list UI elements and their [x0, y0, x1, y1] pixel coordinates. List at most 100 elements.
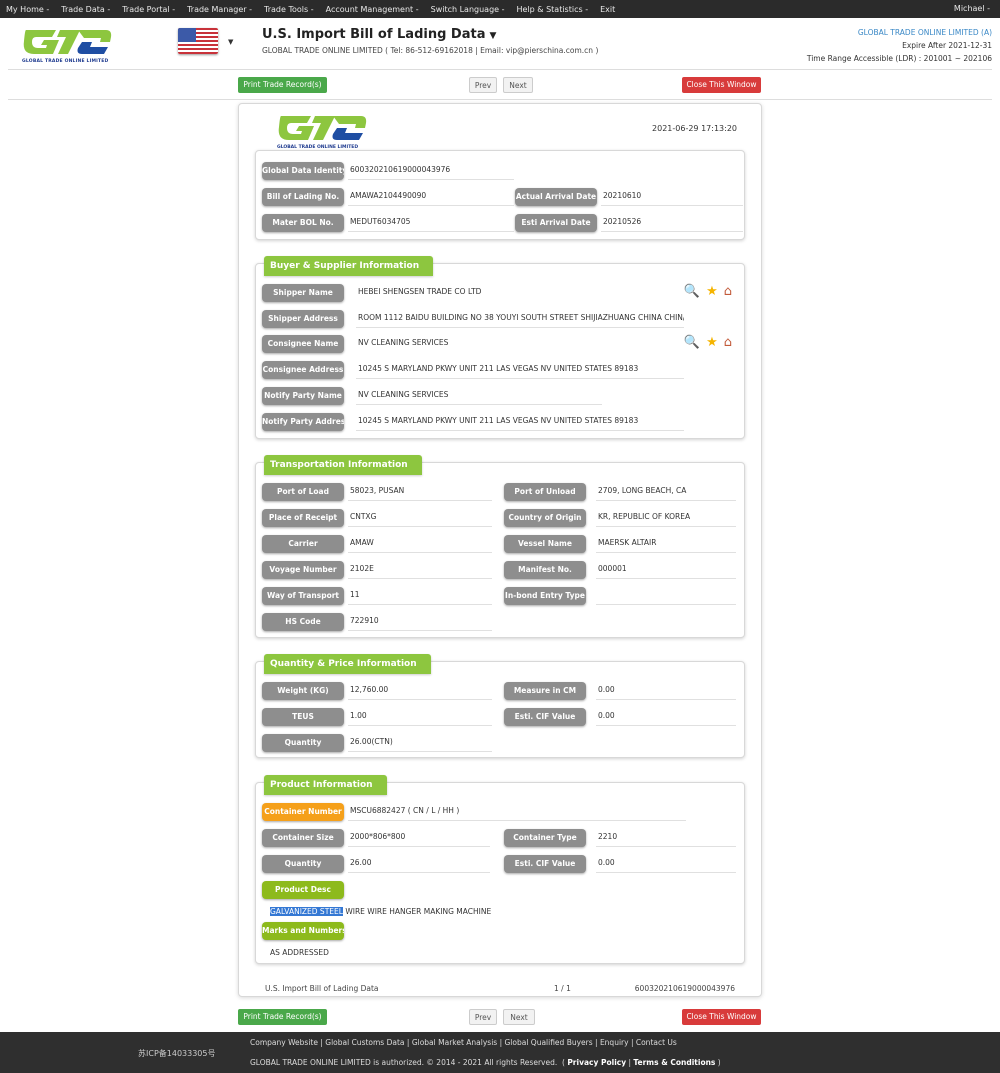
label: Country of Origin — [504, 509, 586, 527]
search-icon[interactable]: 🔍 — [684, 285, 700, 299]
nav-switch-language[interactable]: Switch Language - — [431, 5, 505, 14]
field-place-of-receipt: Place of Receipt CNTXG — [262, 509, 492, 527]
field-esti-arrival-date: Esti Arrival Date 20210526 — [515, 214, 745, 232]
transportation-panel: Transportation Information Port of Load 5… — [255, 455, 745, 638]
selected-text: GALVANIZED STEEL — [270, 907, 343, 916]
flag-caret-icon[interactable]: ▼ — [228, 38, 233, 46]
icp-license: 苏ICP备14033305号 — [138, 1049, 216, 1058]
label: Place of Receipt — [262, 509, 344, 527]
link-company-website[interactable]: Company Website — [250, 1038, 318, 1047]
value: 2709, LONG BEACH, CA — [596, 483, 736, 501]
field-consignee-address: Consignee Address 10245 S MARYLAND PKWY … — [262, 361, 742, 379]
label: Consignee Name — [262, 335, 344, 353]
value: 12,760.00 — [348, 682, 492, 700]
field-voyage-number: Voyage Number 2102E — [262, 561, 492, 579]
star-icon[interactable]: ★ — [706, 285, 718, 299]
field-global-data-identity: Global Data Identity 6003202106190000439… — [262, 162, 732, 180]
nav-trade-manager[interactable]: Trade Manager - — [187, 5, 252, 14]
time-range: Time Range Accessible (LDR) : 201001 ~ 2… — [806, 54, 992, 63]
page-indicator: 1 / 1 — [554, 984, 571, 993]
label: Global Data Identity — [262, 162, 344, 180]
field-carrier: Carrier AMAW — [262, 535, 492, 553]
label: Shipper Name — [262, 284, 344, 302]
print-button-bottom[interactable]: Print Trade Record(s) — [238, 1009, 327, 1025]
nav-trade-tools[interactable]: Trade Tools - — [264, 5, 314, 14]
close-window-button-bottom[interactable]: Close This Window — [682, 1009, 761, 1025]
label: Vessel Name — [504, 535, 586, 553]
field-teus: TEUS 1.00 — [262, 708, 492, 726]
field-weight-kg: Weight (KG) 12,760.00 — [262, 682, 492, 700]
label: Measure in CM — [504, 682, 586, 700]
copyright: GLOBAL TRADE ONLINE LIMITED is authorize… — [250, 1058, 721, 1067]
product-desc: GALVANIZED STEEL WIRE WIRE HANGER MAKING… — [270, 907, 492, 916]
logo-text: GLOBAL TRADE ONLINE LIMITED — [22, 59, 109, 64]
field-shipper-name: Shipper Name HEBEI SHENGSEN TRADE CO LTD… — [262, 284, 742, 302]
shipper-actions: 🔍 ★ ⌂ — [684, 285, 732, 299]
value: 10245 S MARYLAND PKWY UNIT 211 LAS VEGAS… — [356, 413, 684, 431]
nav-account-management[interactable]: Account Management - — [326, 5, 419, 14]
close-window-button[interactable]: Close This Window — [682, 77, 761, 93]
field-port-of-load: Port of Load 58023, PUSAN — [262, 483, 492, 501]
next-button[interactable]: Next — [503, 77, 533, 93]
value: NV CLEANING SERVICES — [358, 338, 449, 347]
field-country-of-origin: Country of Origin KR, REPUBLIC OF KOREA — [504, 509, 744, 527]
value: 0.00 — [596, 708, 736, 726]
nav-exit[interactable]: Exit — [600, 5, 615, 14]
link-global-market-analysis[interactable]: Global Market Analysis — [412, 1038, 497, 1047]
next-button-bottom[interactable]: Next — [503, 1009, 535, 1025]
us-flag-icon[interactable] — [178, 28, 218, 54]
label: Port of Load — [262, 483, 344, 501]
gto-logo[interactable]: GLOBAL TRADE ONLINE LIMITED — [22, 26, 112, 66]
section-title: Transportation Information — [264, 455, 422, 475]
nav-trade-data[interactable]: Trade Data - — [61, 5, 110, 14]
marks-numbers-label: Marks and Numbers — [262, 922, 344, 940]
nav-trade-portal[interactable]: Trade Portal - — [122, 5, 175, 14]
star-icon[interactable]: ★ — [706, 336, 718, 350]
home-icon[interactable]: ⌂ — [724, 336, 732, 350]
value: 10245 S MARYLAND PKWY UNIT 211 LAS VEGAS… — [356, 361, 684, 379]
page-title[interactable]: U.S. Import Bill of Lading Data ▼ — [262, 27, 496, 42]
search-icon[interactable]: 🔍 — [684, 336, 700, 350]
label: Container Number — [262, 803, 344, 821]
value: AMAWA2104490090 — [348, 188, 514, 206]
section-title: Buyer & Supplier Information — [264, 256, 434, 276]
doc-footer-title: U.S. Import Bill of Lading Data — [265, 984, 379, 993]
value: 0.00 — [596, 682, 736, 700]
field-hs-code: HS Code 722910 — [262, 613, 492, 631]
company-name: GLOBAL TRADE ONLINE LIMITED (A) — [857, 28, 992, 37]
print-button[interactable]: Print Trade Record(s) — [238, 77, 327, 93]
link-contact-us[interactable]: Contact Us — [636, 1038, 677, 1047]
field-esti-cif-value: Esti. CIF Value 0.00 — [504, 708, 744, 726]
value: CNTXG — [348, 509, 492, 527]
prev-button[interactable]: Prev — [469, 77, 497, 93]
link-enquiry[interactable]: Enquiry — [600, 1038, 629, 1047]
field-container-type: Container Type 2210 — [504, 829, 744, 847]
link-global-customs-data[interactable]: Global Customs Data — [325, 1038, 404, 1047]
prev-button-bottom[interactable]: Prev — [469, 1009, 497, 1025]
value: 2210 — [596, 829, 736, 847]
field-consignee-name: Consignee Name NV CLEANING SERVICES 🔍 ★ … — [262, 335, 742, 353]
value: 1.00 — [348, 708, 492, 726]
value: 0.00 — [596, 855, 736, 873]
value: MAERSK ALTAIR — [596, 535, 736, 553]
value: 20210610 — [601, 188, 743, 206]
quantity-price-panel: Quantity & Price Information Weight (KG)… — [255, 654, 745, 758]
user-menu[interactable]: Michael - — [954, 4, 990, 13]
link-global-qualified-buyers[interactable]: Global Qualified Buyers — [504, 1038, 592, 1047]
field-container-number: Container Number MSCU6882427 ( CN / L / … — [262, 803, 742, 821]
section-title: Quantity & Price Information — [264, 654, 431, 674]
label: Weight (KG) — [262, 682, 344, 700]
field-product-quantity: Quantity 26.00 — [262, 855, 492, 873]
home-icon[interactable]: ⌂ — [724, 285, 732, 299]
value: 26.00(CTN) — [348, 734, 492, 752]
value: 722910 — [348, 613, 492, 631]
nav-my-home[interactable]: My Home - — [6, 5, 49, 14]
link-privacy-policy[interactable]: Privacy Policy — [567, 1058, 626, 1067]
label: Container Type — [504, 829, 586, 847]
link-terms-conditions[interactable]: Terms & Conditions — [633, 1058, 715, 1067]
value: MSCU6882427 ( CN / L / HH ) — [348, 803, 686, 821]
section-title: Product Information — [264, 775, 387, 795]
nav-help-statistics[interactable]: Help & Statistics - — [517, 5, 589, 14]
label: Container Size — [262, 829, 344, 847]
label: Shipper Address — [262, 310, 344, 328]
